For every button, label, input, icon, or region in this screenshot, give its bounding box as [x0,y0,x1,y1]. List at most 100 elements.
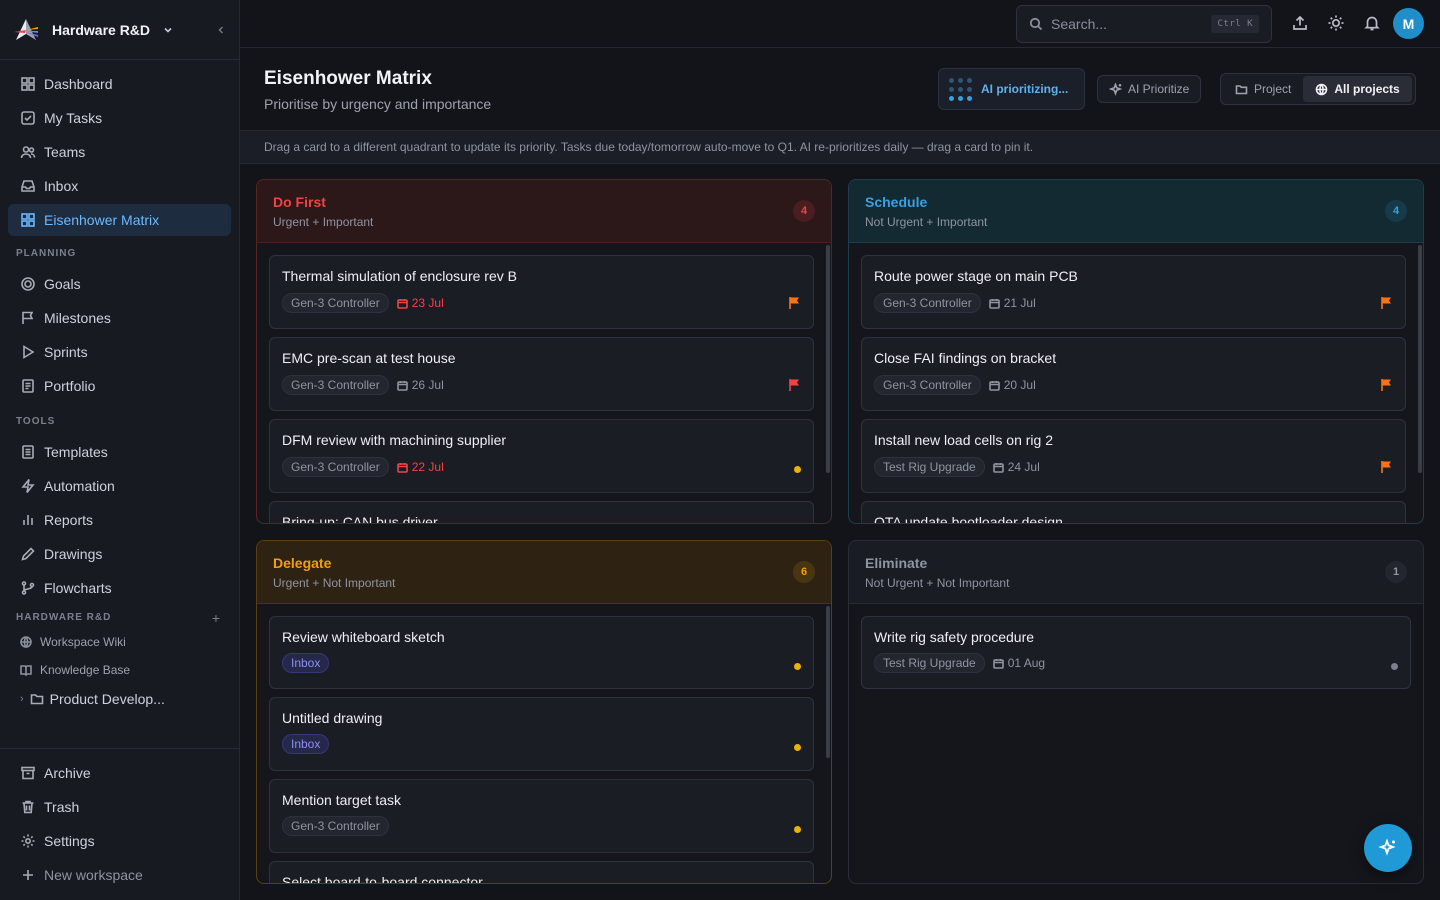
priority-flag-icon[interactable] [1380,378,1393,392]
nav-item-portfolio[interactable]: Portfolio [8,370,231,402]
nav-item-knowledge-base[interactable]: Knowledge Base [0,656,239,684]
nav-item-my-tasks[interactable]: My Tasks [8,102,231,134]
calendar-icon [396,298,408,309]
task-card[interactable]: Select board-to-board connector [269,861,814,883]
task-card[interactable]: Close FAI findings on bracket Gen-3 Cont… [861,337,1406,411]
priority-flag-icon[interactable] [1380,460,1393,474]
priority-flag-icon[interactable] [788,296,801,310]
quadrant-count-badge: 4 [1385,200,1407,222]
project-tag[interactable]: Gen-3 Controller [874,375,981,395]
project-tag[interactable]: Gen-3 Controller [282,457,389,477]
nav-item-settings[interactable]: Settings [8,825,231,857]
share-button[interactable] [1291,14,1311,34]
quadrant-title: Delegate [273,555,332,571]
due-date: 24 Jul [992,460,1040,474]
task-card[interactable]: Bring-up: CAN bus driver [269,501,814,523]
ai-prioritize-button[interactable]: AI Prioritize [1097,75,1202,103]
task-card[interactable]: OTA update bootloader design [861,501,1406,523]
priority-flag-icon[interactable] [788,378,801,392]
quadrant-body[interactable]: Write rig safety procedure Test Rig Upgr… [849,604,1423,883]
collapse-sidebar-icon[interactable] [215,24,227,36]
inbox-tag[interactable]: Inbox [282,653,330,673]
priority-dot-icon[interactable] [794,744,801,751]
sparkle-icon [1378,838,1396,856]
scrollbar[interactable] [826,245,830,473]
task-title: Mention target task [282,792,402,808]
folder-product-development[interactable]: › Product Develop... [0,684,239,714]
nav-item-workspace-wiki[interactable]: Workspace Wiki [0,628,239,656]
scrollbar[interactable] [826,606,830,758]
nav-item-goals[interactable]: Goals [8,268,231,300]
ai-assistant-button[interactable] [1364,824,1412,872]
task-card[interactable]: Mention target task Gen-3 Controller [269,779,814,853]
task-title: Route power stage on main PCB [874,268,1078,284]
priority-dot-icon[interactable] [794,466,801,473]
task-card[interactable]: EMC pre-scan at test house Gen-3 Control… [269,337,814,411]
nav-item-label: Templates [44,444,108,460]
add-workspace-item-icon[interactable]: + [212,610,221,626]
priority-dot-icon[interactable] [1391,663,1398,670]
task-card[interactable]: Thermal simulation of enclosure rev B Ge… [269,255,814,329]
task-card[interactable]: Write rig safety procedure Test Rig Upgr… [861,616,1411,689]
task-title: Select board-to-board connector [282,874,483,883]
folder-label: Product Develop... [49,691,165,707]
nav-item-teams[interactable]: Teams [8,136,231,168]
priority-dot-icon[interactable] [794,826,801,833]
nav-item-trash[interactable]: Trash [8,791,231,823]
inbox-tag[interactable]: Inbox [282,734,330,754]
search-icon [1029,17,1043,31]
quadrant-body[interactable]: Review whiteboard sketch Inbox Untitled … [257,604,831,883]
task-card[interactable]: Install new load cells on rig 2 Test Rig… [861,419,1406,493]
gear-icon [21,834,35,848]
nav-item-milestones[interactable]: Milestones [8,302,231,334]
scope-project-button[interactable]: Project [1223,76,1303,102]
nav-item-templates[interactable]: Templates [8,436,231,468]
nav-item-inbox[interactable]: Inbox [8,170,231,202]
quadrant-body[interactable]: Thermal simulation of enclosure rev B Ge… [257,243,831,523]
nav-item-label: Automation [44,478,115,494]
nav-item-drawings[interactable]: Drawings [8,538,231,570]
quadrant-subtitle: Urgent + Not Important [273,576,396,590]
search-input[interactable] [1051,16,1201,32]
project-tag[interactable]: Gen-3 Controller [874,293,981,313]
task-title: Write rig safety procedure [874,629,1035,645]
task-card[interactable]: Untitled drawing Inbox [269,697,814,771]
nav-item-reports[interactable]: Reports [8,504,231,536]
nav-item-dashboard[interactable]: Dashboard [8,68,231,100]
workspace-switcher[interactable]: Hardware R&D [0,0,239,60]
plus-icon [23,870,33,880]
notifications-button[interactable] [1363,14,1383,34]
search-box[interactable]: Ctrl K [1016,5,1272,43]
priority-dot-icon[interactable] [794,663,801,670]
project-tag[interactable]: Gen-3 Controller [282,375,389,395]
hint-text: Drag a card to a different quadrant to u… [264,140,1034,154]
nav-item-automation[interactable]: Automation [8,470,231,502]
project-tag[interactable]: Test Rig Upgrade [874,457,985,477]
theme-toggle-button[interactable] [1327,14,1347,34]
task-card[interactable]: Route power stage on main PCB Gen-3 Cont… [861,255,1406,329]
task-title: Install new load cells on rig 2 [874,432,1053,448]
template-icon [22,445,34,459]
nav-item-sprints[interactable]: Sprints [8,336,231,368]
quadrant-body[interactable]: Route power stage on main PCB Gen-3 Cont… [849,243,1423,523]
bell-icon [1364,16,1380,31]
nav-item-archive[interactable]: Archive [8,757,231,789]
task-card[interactable]: DFM review with machining supplier Gen-3… [269,419,814,493]
scope-toggle: Project All projects [1220,73,1416,105]
scope-all-projects-button[interactable]: All projects [1303,76,1412,102]
task-card[interactable]: Review whiteboard sketch Inbox [269,616,814,689]
chevron-right-icon[interactable]: › [20,693,24,705]
priority-flag-icon[interactable] [1380,296,1393,310]
project-tag[interactable]: Gen-3 Controller [282,293,389,313]
chevron-down-icon[interactable] [162,24,174,36]
scrollbar[interactable] [1418,245,1422,473]
due-date: 26 Jul [396,378,444,392]
avatar[interactable]: M [1393,8,1424,39]
book-icon [20,665,32,676]
nav-item-new-workspace[interactable]: New workspace [8,859,231,891]
nav-item-flowcharts[interactable]: Flowcharts [8,572,231,604]
project-tag[interactable]: Gen-3 Controller [282,816,389,836]
nav-item-label: Workspace Wiki [40,635,126,649]
project-tag[interactable]: Test Rig Upgrade [874,653,985,673]
nav-item-eisenhower-matrix[interactable]: Eisenhower Matrix [8,204,231,236]
